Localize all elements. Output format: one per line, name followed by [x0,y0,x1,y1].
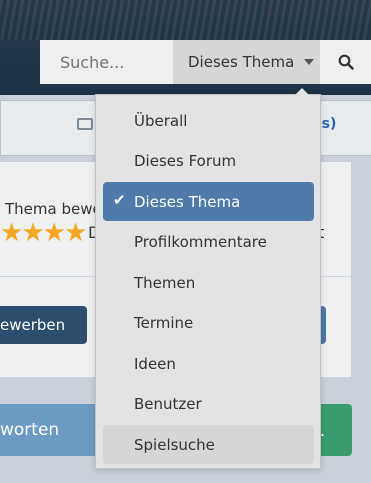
checkmark-icon: ✔ [113,191,126,209]
menu-item-label: Themen [134,273,196,292]
rating-stars[interactable]: ★★★★ [0,218,87,248]
menu-item-spielsuche[interactable]: Spielsuche [103,425,314,464]
star-icon[interactable]: ★ [0,218,23,248]
menu-item-themen[interactable]: Themen [103,263,314,302]
menu-item-ideen[interactable]: Ideen [103,344,314,383]
reply-button[interactable]: worten [0,404,100,456]
menu-item-profilkommentare[interactable]: Profilkommentare [103,222,314,261]
menu-item-label: Benutzer [134,394,202,413]
banner-texture [0,0,371,40]
card-icon [77,118,93,130]
search-scope-label: Dieses Thema [188,53,295,71]
search-scope-menu: Überall Dieses Forum ✔ Dieses Thema Prof… [95,88,321,469]
star-half-icon[interactable]: ★ [64,218,87,248]
search-button[interactable] [320,40,371,84]
menu-item-ueberall[interactable]: Überall [103,101,314,140]
dropdown-arrow [295,88,309,95]
chevron-down-icon [304,59,315,65]
menu-item-label: Termine [134,313,194,332]
menu-item-dieses-forum[interactable]: Dieses Forum [103,141,314,180]
search-icon [338,54,354,70]
rate-thread-label: Thema bewer [5,200,108,218]
menu-item-label: Überall [134,111,188,130]
menu-item-label: Dieses Forum [134,151,237,170]
menu-item-benutzer[interactable]: Benutzer [103,384,314,423]
green-button[interactable]: . [318,404,352,456]
menu-item-label: Dieses Thema [134,192,241,211]
star-icon[interactable]: ★ [21,218,44,248]
toolbar-panel-left [0,100,60,156]
menu-item-dieses-thema[interactable]: ✔ Dieses Thema [103,182,314,221]
search-scope-dropdown[interactable]: Dieses Thema [173,40,320,84]
menu-item-label: Profilkommentare [134,232,267,251]
menu-item-termine[interactable]: Termine [103,303,314,342]
star-icon[interactable]: ★ [43,218,66,248]
search-input[interactable] [40,40,173,84]
rate-button[interactable]: ewerben [0,306,87,344]
menu-item-label: Ideen [134,354,176,373]
menu-item-label: Spielsuche [134,435,215,454]
